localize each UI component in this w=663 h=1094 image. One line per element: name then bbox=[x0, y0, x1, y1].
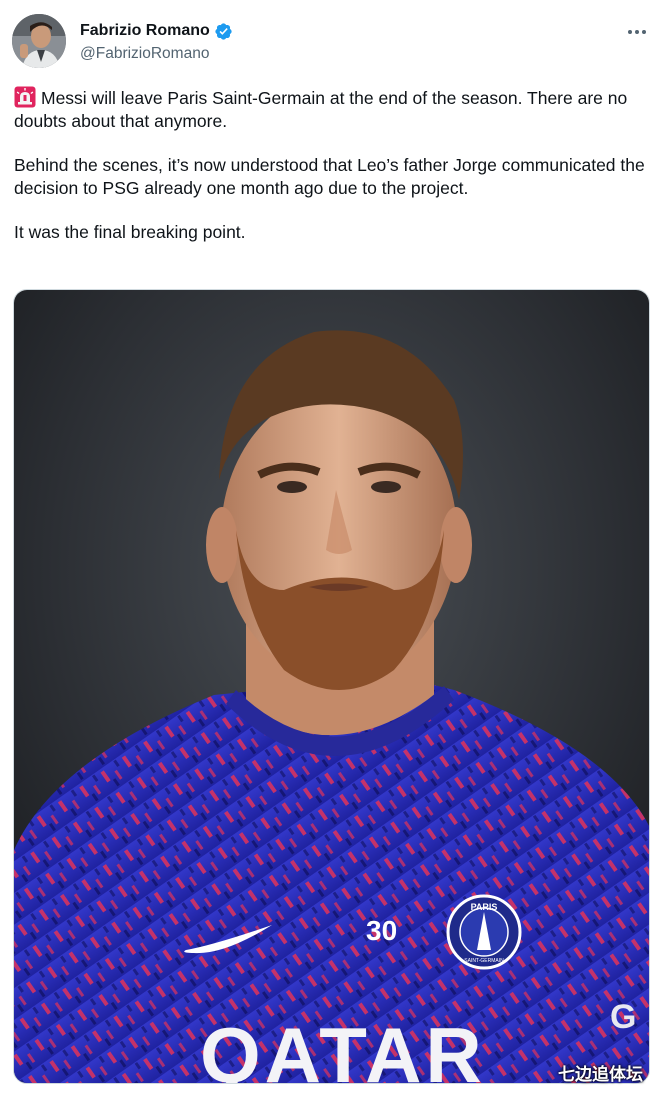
player-photo: 30 PARIS SAINT-GERMAIN G QATAR bbox=[14, 290, 649, 1084]
sleeve-letters: G bbox=[610, 998, 636, 1036]
tweet-body: Messi will leave Paris Saint-Germain at … bbox=[14, 86, 650, 265]
more-horizontal-icon bbox=[628, 30, 646, 34]
psg-crest-icon: PARIS SAINT-GERMAIN bbox=[446, 894, 522, 970]
watermark-text: 七边追体坛 bbox=[558, 1065, 643, 1085]
tweet-paragraph-1: Messi will leave Paris Saint-Germain at … bbox=[14, 86, 650, 133]
tweet-header: Fabrizio Romano @FabrizioRomano bbox=[12, 14, 652, 70]
avatar-photo bbox=[12, 14, 66, 68]
siren-icon bbox=[14, 86, 36, 108]
tweet-text-1: Messi will leave Paris Saint-Germain at … bbox=[14, 88, 628, 131]
sponsor-text: QATAR bbox=[200, 1011, 486, 1084]
author-avatar[interactable] bbox=[12, 14, 66, 68]
author-handle[interactable]: @FabrizioRomano bbox=[80, 45, 233, 63]
author-names: Fabrizio Romano @FabrizioRomano bbox=[80, 20, 233, 63]
crest-text-top: PARIS bbox=[471, 902, 498, 912]
tweet-paragraph-2: Behind the scenes, it’s now understood t… bbox=[14, 155, 645, 198]
more-options-button[interactable] bbox=[624, 22, 650, 42]
crest-text-bottom: SAINT-GERMAIN bbox=[464, 958, 504, 964]
tweet-media-photo[interactable]: 30 PARIS SAINT-GERMAIN G QATAR bbox=[13, 289, 650, 1084]
verified-badge-icon bbox=[214, 22, 233, 41]
author-display-name[interactable]: Fabrizio Romano bbox=[80, 22, 210, 40]
shirt-number: 30 bbox=[366, 915, 397, 946]
tweet-paragraph-3: It was the final breaking point. bbox=[14, 222, 246, 242]
